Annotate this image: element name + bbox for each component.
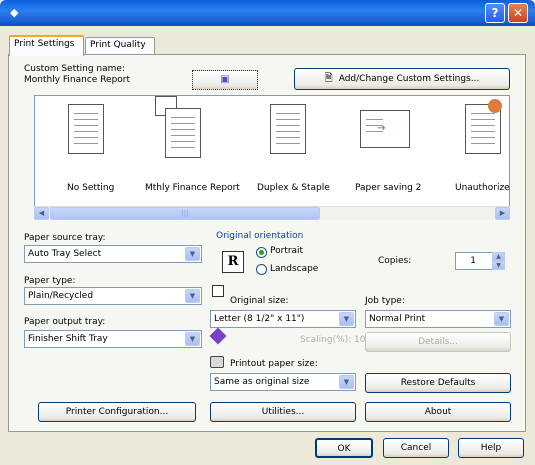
scroll-left-icon[interactable]: ◀ [34, 207, 49, 220]
restricted-badge-icon [488, 99, 502, 113]
chevron-down-icon[interactable]: ▼ [185, 332, 200, 346]
printout-size-value: Same as original size [214, 377, 310, 387]
save-icon: ▣ [220, 74, 230, 85]
preset-label-monthly-finance[interactable]: Mthly Finance Report [145, 183, 240, 193]
preset-label-duplex-staple[interactable]: Duplex & Staple [257, 183, 330, 193]
add-change-custom-settings-button[interactable]: 🗎 Add/Change Custom Settings... [294, 68, 510, 90]
original-size-icon [212, 285, 224, 297]
utilities-button[interactable]: Utilities... [210, 402, 356, 422]
close-button[interactable]: ✕ [508, 3, 528, 23]
preset-unauthorized-icon[interactable] [465, 99, 502, 154]
preset-scrollbar[interactable]: ◀ ||| ▶ [34, 206, 510, 220]
edit-document-icon: 🗎 [324, 73, 333, 84]
paper-source-value: Auto Tray Select [28, 249, 102, 259]
job-type-select[interactable]: Normal Print ▼ [365, 310, 511, 328]
scroll-thumb[interactable]: ||| [50, 207, 320, 220]
about-button[interactable]: About [365, 402, 511, 422]
paper-type-select[interactable]: Plain/Recycled ▼ [24, 287, 202, 305]
paper-source-select[interactable]: Auto Tray Select ▼ [24, 245, 202, 263]
printer-configuration-button[interactable]: Printer Configuration... [38, 402, 196, 422]
arrow-right-icon: → [377, 123, 386, 134]
preset-label-paper-saving[interactable]: Paper saving 2 [355, 183, 421, 193]
original-size-value: Letter (8 1/2" x 11") [214, 314, 305, 324]
chevron-down-icon[interactable]: ▼ [185, 247, 200, 261]
scaling-label: Scaling(%): 100 [300, 335, 372, 345]
title-bar[interactable]: ◆ ? ✕ [0, 0, 535, 26]
chevron-down-icon[interactable]: ▼ [339, 375, 354, 389]
details-button[interactable]: Details... [365, 332, 511, 352]
original-size-label: Original size: [230, 296, 289, 306]
original-size-select[interactable]: Letter (8 1/2" x 11") ▼ [210, 310, 356, 328]
custom-setting-value: Monthly Finance Report [24, 75, 131, 85]
paper-output-value: Finisher Shift Tray [28, 334, 108, 344]
paper-output-select[interactable]: Finisher Shift Tray ▼ [24, 330, 202, 348]
preset-label-no-setting[interactable]: No Setting [67, 183, 114, 193]
job-type-label: Job type: [365, 296, 405, 306]
help-title-button[interactable]: ? [485, 3, 505, 23]
cancel-button[interactable]: Cancel [383, 438, 449, 458]
preset-gallery[interactable]: No Setting Mthly Finance Report Duplex &… [34, 95, 510, 220]
app-icon: ◆ [10, 6, 19, 19]
copies-input[interactable]: 1 [455, 252, 493, 270]
orientation-label: Original orientation [216, 231, 304, 241]
landscape-radio[interactable] [256, 264, 267, 275]
landscape-label[interactable]: Landscape [270, 264, 318, 274]
scroll-right-icon[interactable]: ▶ [495, 207, 510, 220]
printout-size-select[interactable]: Same as original size ▼ [210, 373, 356, 391]
copies-down-icon[interactable]: ▼ [492, 261, 505, 270]
preset-label-unauthorized[interactable]: Unauthorized [455, 183, 509, 193]
custom-setting-label: Custom Setting name: [24, 64, 125, 74]
tab-print-settings[interactable]: Print Settings [9, 35, 84, 56]
tab-print-quality[interactable]: Print Quality [85, 37, 155, 54]
ok-button[interactable]: OK [315, 438, 373, 458]
preset-paper-saving-icon[interactable]: → [360, 110, 410, 148]
copies-label: Copies: [378, 256, 412, 266]
preset-monthly-finance-icon[interactable] [165, 108, 201, 158]
preset-no-setting-icon[interactable] [68, 104, 104, 154]
portrait-label[interactable]: Portrait [270, 246, 303, 256]
paper-type-label: Paper type: [24, 276, 76, 286]
save-custom-setting-button[interactable]: ▣ [192, 70, 258, 90]
preset-duplex-staple-icon[interactable] [270, 104, 306, 154]
restore-defaults-button[interactable]: Restore Defaults [365, 373, 511, 393]
job-type-value: Normal Print [369, 314, 426, 324]
printout-size-label: Printout paper size: [230, 359, 318, 369]
copies-up-icon[interactable]: ▲ [492, 252, 505, 261]
printer-icon [210, 356, 224, 368]
chevron-down-icon[interactable]: ▼ [494, 312, 509, 326]
orientation-preview-icon: R [222, 251, 244, 273]
paper-source-label: Paper source tray: [24, 233, 106, 243]
chevron-down-icon[interactable]: ▼ [185, 289, 200, 303]
add-change-label: Add/Change Custom Settings... [338, 74, 480, 84]
paper-output-label: Paper output tray: [24, 317, 106, 327]
portrait-radio[interactable] [256, 247, 267, 258]
help-button[interactable]: Help [458, 438, 524, 458]
chevron-down-icon[interactable]: ▼ [339, 312, 354, 326]
paper-type-value: Plain/Recycled [28, 291, 94, 301]
